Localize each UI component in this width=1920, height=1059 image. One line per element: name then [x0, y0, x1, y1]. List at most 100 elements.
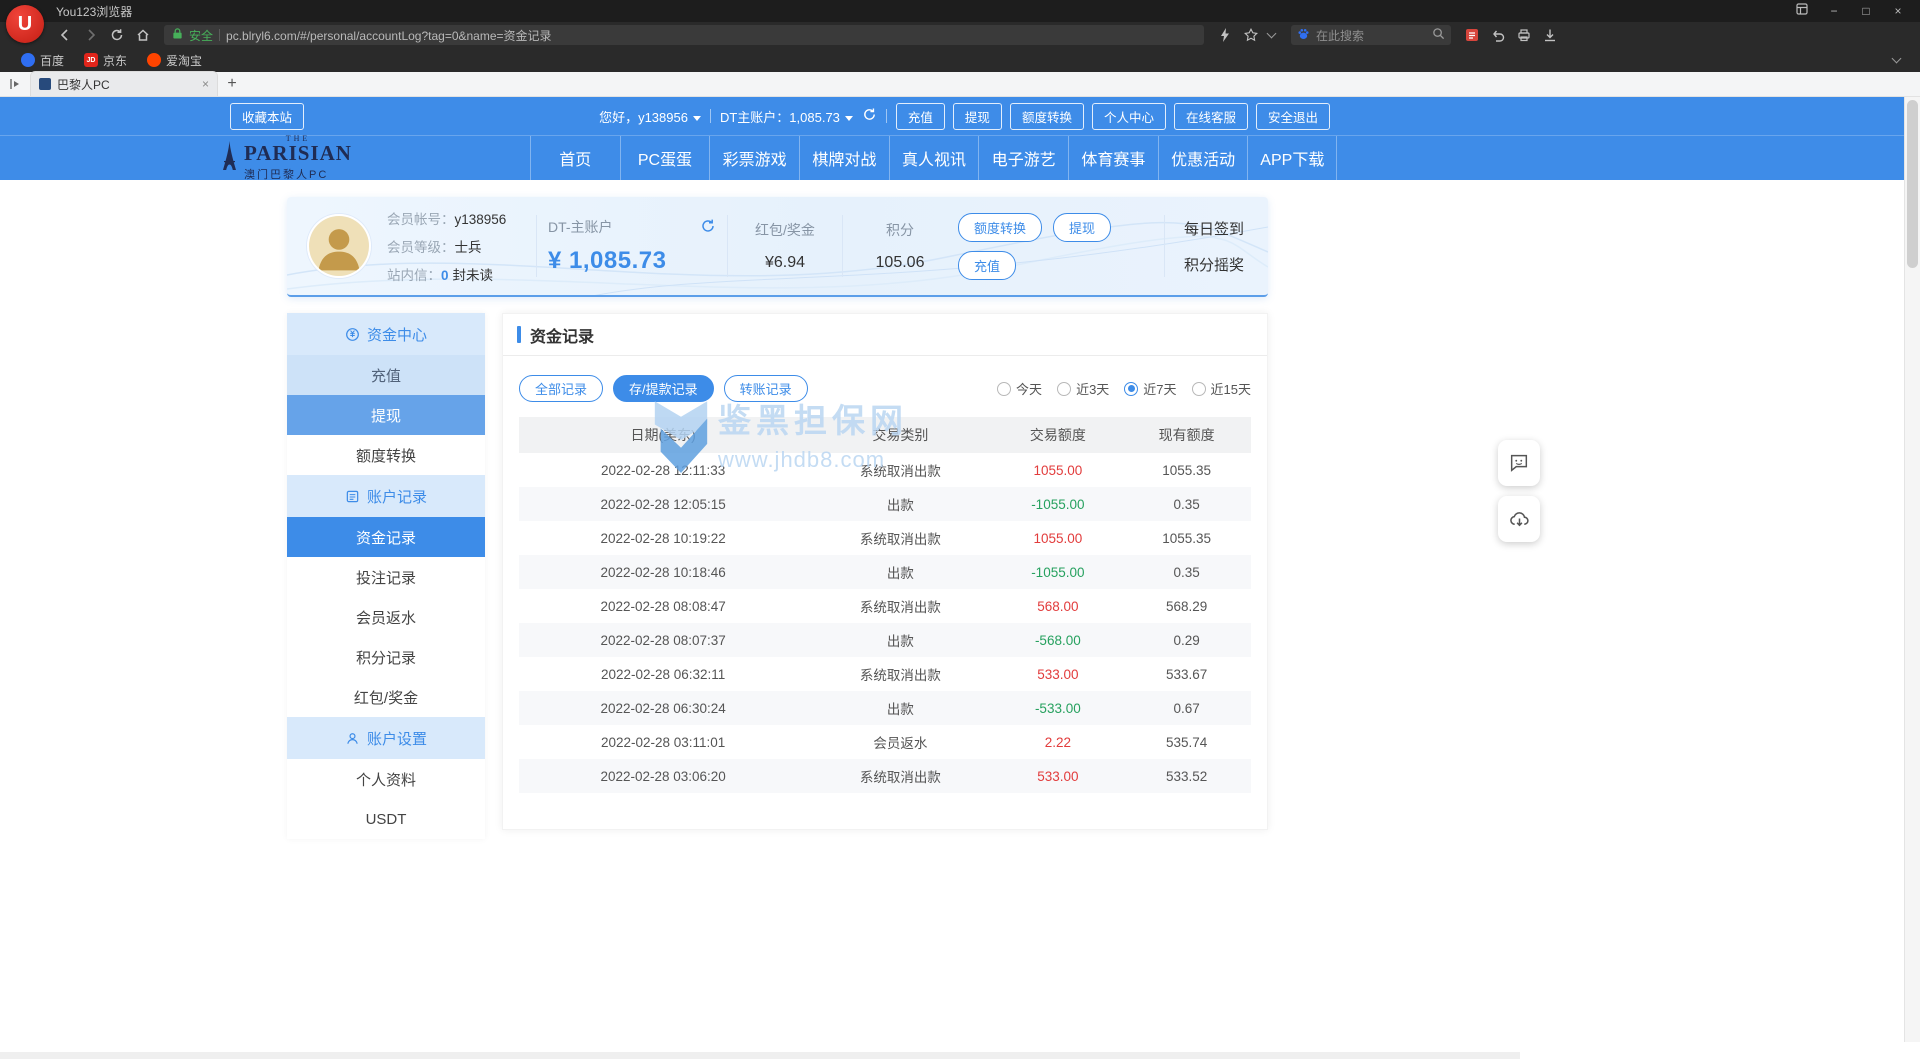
topbar-link-button[interactable]: 充值 — [896, 103, 945, 130]
bookmark-item[interactable]: 爱淘宝 — [138, 50, 211, 70]
nav-item[interactable]: APP下载 — [1247, 136, 1337, 181]
forward-icon[interactable] — [78, 24, 104, 46]
sidebar-item[interactable]: USDT — [287, 799, 485, 839]
nav-item[interactable]: 电子游艺 — [978, 136, 1068, 181]
sidebar-item[interactable]: 充值 — [287, 355, 485, 395]
topbar-divider — [710, 109, 711, 123]
shortcut-link[interactable]: 每日签到 — [1184, 218, 1244, 239]
nav-item[interactable]: 真人视讯 — [889, 136, 979, 181]
nav-item[interactable]: 体育赛事 — [1068, 136, 1158, 181]
sidebar-item[interactable]: 红包/奖金 — [287, 677, 485, 717]
chevron-down-icon[interactable] — [1267, 29, 1277, 39]
address-divider — [219, 29, 220, 41]
tab-close-icon[interactable]: × — [202, 77, 209, 91]
star-icon[interactable] — [1238, 24, 1264, 46]
refresh-balance-icon[interactable] — [862, 107, 877, 125]
panel-action-button[interactable]: 额度转换 — [958, 213, 1042, 242]
bookmark-item[interactable]: 百度 — [12, 50, 73, 70]
sidebar-group-header[interactable]: 资金中心 — [287, 313, 485, 355]
nav-item[interactable]: 首页 — [530, 136, 620, 181]
tab-favicon — [39, 78, 51, 90]
main-account-block: DT-主账户 ¥ 1,085.73 — [548, 217, 716, 275]
cell-date: 2022-02-28 03:06:20 — [519, 759, 807, 793]
topbar-link-button[interactable]: 在线客服 — [1174, 103, 1248, 130]
site-logo[interactable]: THE PARISIAN 澳门巴黎人PC — [222, 134, 352, 182]
address-bar[interactable]: 安全 pc.blryl6.com/#/personal/accountLog?t… — [164, 25, 1204, 45]
panel-action-button[interactable]: 充值 — [958, 251, 1016, 280]
profile-field: 会员等级：士兵 — [387, 236, 525, 256]
cell-type: 系统取消出款 — [807, 657, 993, 691]
range-radio[interactable]: 近7天 — [1124, 379, 1176, 398]
scrollbar[interactable] — [1904, 97, 1920, 1042]
sidebar-item[interactable]: 资金记录 — [287, 517, 485, 557]
main-account-summary[interactable]: DT主账户：1,085.73 — [720, 107, 853, 126]
collapse-sidebar-icon[interactable] — [0, 71, 30, 96]
layout-icon[interactable] — [1786, 0, 1818, 22]
topbar-link-button[interactable]: 额度转换 — [1010, 103, 1084, 130]
favorite-site-button[interactable]: 收藏本站 — [230, 103, 304, 130]
topbar-link-button[interactable]: 提现 — [953, 103, 1002, 130]
topbar-link-button[interactable]: 安全退出 — [1256, 103, 1330, 130]
topbar-link-button[interactable]: 个人中心 — [1092, 103, 1166, 130]
profile-field-value: 士兵 — [455, 240, 482, 255]
bookmark-item[interactable]: JD京东 — [75, 50, 136, 70]
funds-card: 资金记录 全部记录存/提款记录转账记录 今天近3天近7天近15天 日期(美东)交… — [502, 313, 1268, 830]
cell-type: 出款 — [807, 555, 993, 589]
undo-icon[interactable] — [1485, 24, 1511, 46]
range-radio[interactable]: 近3天 — [1057, 379, 1109, 398]
sidebar-item[interactable]: 投注记录 — [287, 557, 485, 597]
customer-service-button[interactable] — [1498, 440, 1540, 486]
sidebar-group-header[interactable]: 账户设置 — [287, 717, 485, 759]
refresh-balance-icon[interactable] — [700, 218, 716, 237]
radio-icon — [997, 382, 1011, 396]
maximize-button[interactable]: □ — [1850, 0, 1882, 22]
search-icon[interactable] — [1432, 27, 1445, 43]
sidebar-item[interactable]: 个人资料 — [287, 759, 485, 799]
panel-divider — [842, 215, 843, 277]
funds-table: 日期(美东)交易类别交易额度现有额度 2022-02-28 12:11:33系统… — [519, 417, 1251, 793]
shortcut-link[interactable]: 积分摇奖 — [1184, 254, 1244, 275]
range-radio[interactable]: 今天 — [997, 379, 1042, 398]
filter-tab[interactable]: 存/提款记录 — [613, 375, 714, 402]
scrollbar-thumb[interactable] — [1907, 100, 1918, 268]
sidebar-item[interactable]: 会员返水 — [287, 597, 485, 637]
print-icon[interactable] — [1511, 24, 1537, 46]
panel-action-button[interactable]: 提现 — [1053, 213, 1111, 242]
eiffel-tower-icon — [222, 141, 237, 176]
cell-amount: 1055.00 — [993, 521, 1122, 555]
nav-item[interactable]: 棋牌对战 — [799, 136, 889, 181]
sidebar-item[interactable]: 积分记录 — [287, 637, 485, 677]
bookmarks-overflow-icon[interactable] — [1892, 54, 1902, 64]
browser-tab[interactable]: 巴黎人PC × — [30, 71, 218, 96]
chevron-down-icon — [845, 116, 853, 121]
cell-type: 出款 — [807, 487, 993, 521]
close-button[interactable]: × — [1882, 0, 1914, 22]
nav-item[interactable]: PC蛋蛋 — [620, 136, 710, 181]
download-icon[interactable] — [1537, 24, 1563, 46]
back-icon[interactable] — [52, 24, 78, 46]
nav-item[interactable]: 优惠活动 — [1158, 136, 1248, 181]
browser-search-input[interactable]: 在此搜索 — [1291, 25, 1451, 45]
new-tab-button[interactable]: + — [218, 71, 246, 96]
minimize-button[interactable]: − — [1818, 0, 1850, 22]
filter-tab[interactable]: 转账记录 — [724, 375, 808, 402]
sidebar-group-header[interactable]: 账户记录 — [287, 475, 485, 517]
reader-mode-icon[interactable] — [1459, 24, 1485, 46]
sidebar-item[interactable]: 提现 — [287, 395, 485, 435]
url-text: pc.blryl6.com/#/personal/accountLog?tag=… — [226, 27, 552, 44]
sidebar-item[interactable]: 额度转换 — [287, 435, 485, 475]
cloud-download-button[interactable] — [1498, 496, 1540, 542]
avatar[interactable] — [307, 214, 371, 278]
lightning-icon[interactable] — [1212, 24, 1238, 46]
cell-balance: 0.29 — [1122, 623, 1251, 657]
range-radio[interactable]: 近15天 — [1192, 379, 1251, 398]
bonus-value: ¥6.94 — [739, 254, 831, 272]
nav-item[interactable]: 彩票游戏 — [709, 136, 799, 181]
refresh-icon[interactable] — [104, 24, 130, 46]
user-panel: 会员帐号：y138956会员等级：士兵站内信：0封未读 DT-主账户 ¥ 1,0… — [287, 197, 1268, 297]
panel-actions-row2: 充值 — [958, 251, 1016, 280]
home-icon[interactable] — [130, 24, 156, 46]
title-accent-bar — [517, 326, 521, 343]
filter-tab[interactable]: 全部记录 — [519, 375, 603, 402]
greeting-user[interactable]: 您好，y138956 — [599, 107, 701, 126]
